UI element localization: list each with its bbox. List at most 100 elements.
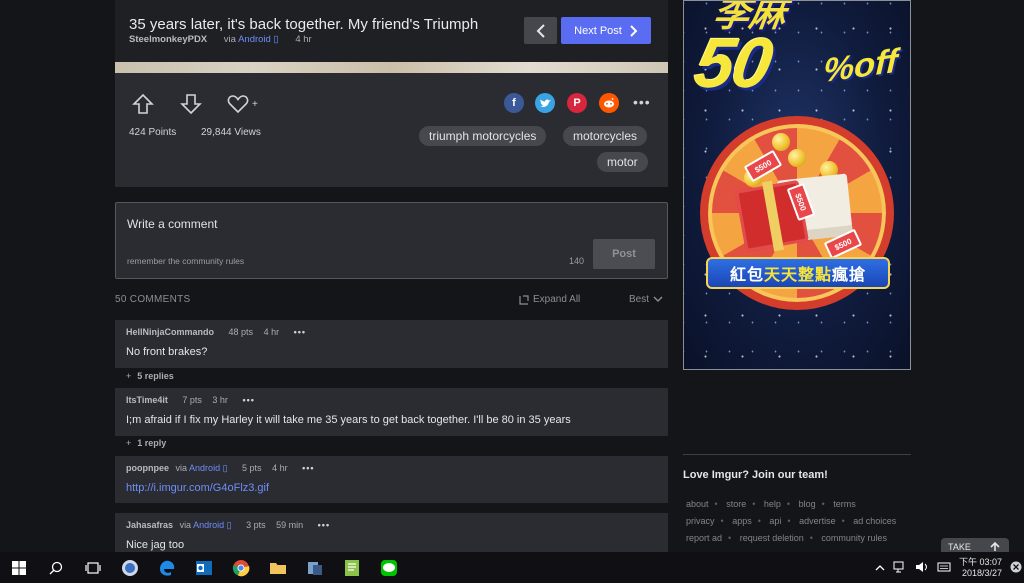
via-platform-link[interactable]: Android ▯: [238, 34, 279, 45]
system-clock[interactable]: 下午 03:07 2018/3/27: [959, 557, 1002, 579]
taskbar-app-chrome[interactable]: [222, 552, 259, 583]
comment-via: via: [179, 520, 192, 530]
footer-link-community-rules[interactable]: community rules: [821, 533, 887, 543]
comment-points: 3 pts: [246, 520, 266, 530]
footer-link-report-ad[interactable]: report ad: [686, 533, 722, 543]
taskbar-app-generic[interactable]: [296, 552, 333, 583]
ad-banner-post: 瘋搶: [832, 267, 867, 284]
footer-link-about[interactable]: about: [686, 499, 709, 509]
taskbar-app-notepad[interactable]: [333, 552, 370, 583]
pinterest-icon: P: [573, 97, 581, 109]
sort-dropdown[interactable]: Best: [629, 294, 663, 305]
search-button[interactable]: [37, 552, 74, 583]
comment-options-button[interactable]: •••: [302, 463, 314, 473]
footer-link-privacy[interactable]: privacy: [686, 516, 715, 526]
footer-link-store[interactable]: store: [726, 499, 746, 509]
comment-points: 7 pts: [182, 395, 202, 405]
taskbar-app-outlook[interactable]: [185, 552, 222, 583]
taskbar-app-folder[interactable]: [259, 552, 296, 583]
comment-options-button[interactable]: •••: [242, 395, 254, 405]
more-options-button[interactable]: •••: [633, 94, 651, 110]
windows-logo-icon: [11, 560, 26, 575]
comment-author[interactable]: poopnpee: [126, 463, 169, 473]
volume-button[interactable]: [915, 561, 929, 575]
comment-header: poopnpee via Android ▯ 5 pts 4 hr •••: [126, 463, 315, 474]
community-rules-note: remember the community rules: [127, 256, 245, 266]
network-button[interactable]: [893, 561, 907, 575]
comment-author[interactable]: Jahasafras: [126, 520, 173, 530]
notifications-button[interactable]: [1010, 561, 1022, 575]
footer-link-apps[interactable]: apps: [732, 516, 752, 526]
comment-input-box[interactable]: Write a comment remember the community r…: [115, 202, 668, 279]
comment-via-platform[interactable]: Android ▯: [193, 520, 231, 530]
next-post-button[interactable]: Next Post: [561, 17, 651, 44]
tag-motor[interactable]: motor: [597, 152, 648, 172]
comments-count: 50 COMMENTS: [115, 294, 191, 305]
file-explorer-icon: [121, 559, 138, 576]
comment-item: ItsTime4it 7 pts 3 hr ••• I;m afraid if …: [115, 388, 668, 436]
start-button[interactable]: [0, 552, 37, 583]
footer-link-request-deletion[interactable]: request deletion: [740, 533, 804, 543]
comment-points: 48 pts: [228, 327, 254, 337]
comment-via-platform[interactable]: Android ▯: [189, 463, 227, 473]
expand-all-button[interactable]: Expand All: [519, 294, 580, 305]
comment-header: HellNinjaCommando 48 pts 4 hr •••: [126, 327, 306, 337]
taskbar-app-edge[interactable]: [148, 552, 185, 583]
outlook-icon: [195, 560, 212, 575]
tag-motorcycles[interactable]: motorcycles: [563, 126, 648, 146]
plus-icon: +: [126, 438, 132, 448]
downvote-button[interactable]: [177, 91, 205, 117]
pinterest-share-button[interactable]: P: [567, 93, 587, 113]
post-comment-button[interactable]: Post: [593, 239, 655, 269]
twitter-share-button[interactable]: [535, 93, 555, 113]
previous-post-button[interactable]: [524, 17, 557, 44]
ad-discount: 50: [689, 24, 777, 102]
facebook-share-button[interactable]: f: [504, 93, 524, 113]
footer-links: about • store • help • blog • terms privacy •…: [686, 499, 897, 543]
network-icon: [893, 561, 904, 572]
taskbar-app-explorer[interactable]: [111, 552, 148, 583]
comment-options-button[interactable]: •••: [294, 327, 306, 337]
footer-link-blog[interactable]: blog: [799, 499, 816, 509]
close-circle-icon: [1010, 561, 1022, 572]
ad-banner-pre: 紅包: [729, 267, 764, 284]
comment-author[interactable]: HellNinjaCommando: [126, 327, 214, 337]
upvote-button[interactable]: [129, 91, 157, 117]
comment-options-button[interactable]: •••: [318, 520, 330, 530]
edge-icon: [159, 560, 174, 576]
chevron-right-icon: [630, 24, 638, 37]
comment-author[interactable]: ItsTime4it: [126, 395, 168, 405]
comment-points: 5 pts: [242, 463, 262, 473]
gold-coin: [788, 149, 806, 167]
sidebar-divider: [683, 454, 911, 455]
comment-item: poopnpee via Android ▯ 5 pts 4 hr ••• ht…: [115, 456, 668, 503]
footer-link-ad-choices[interactable]: ad choices: [853, 516, 896, 526]
favorite-button[interactable]: +: [227, 91, 267, 117]
downvote-arrow-icon: [180, 94, 202, 115]
input-method-button[interactable]: [937, 561, 951, 575]
taskbar-app-line[interactable]: [370, 552, 407, 583]
facebook-icon: f: [512, 97, 516, 109]
footer-link-help[interactable]: help: [764, 499, 781, 509]
tag-triumph-motorcycles[interactable]: triumph motorcycles: [419, 126, 547, 146]
footer-link-advertise[interactable]: advertise: [799, 516, 836, 526]
footer-link-terms[interactable]: terms: [833, 499, 856, 509]
comment-via: via: [175, 463, 188, 473]
ad-banner-highlight: 天天整點: [763, 267, 832, 284]
plus-icon: +: [126, 371, 132, 381]
show-hidden-icons-button[interactable]: [875, 563, 885, 573]
join-team-heading[interactable]: Love Imgur? Join our team!: [683, 469, 828, 481]
task-view-button[interactable]: [74, 552, 111, 583]
advertisement[interactable]: 李麻 50 %off $500 $500 $500 紅包 天天整點 瘋搶: [683, 0, 911, 370]
take-label: TAKE: [948, 542, 971, 552]
post-author[interactable]: SteelmonkeyPDX: [129, 34, 207, 45]
expand-replies-button[interactable]: +5 replies: [126, 371, 174, 381]
expand-replies-button[interactable]: +1 reply: [126, 438, 166, 448]
comment-link[interactable]: http://i.imgur.com/G4oFlz3.gif: [126, 482, 269, 494]
footer-link-api[interactable]: api: [769, 516, 781, 526]
comment-time: 4 hr: [272, 463, 288, 473]
reddit-share-button[interactable]: [599, 93, 619, 113]
clock-date: 2018/3/27: [961, 567, 1002, 578]
comment-text: I;m afraid if I fix my Harley it will ta…: [126, 414, 571, 426]
comment-item: HellNinjaCommando 48 pts 4 hr ••• No fro…: [115, 320, 668, 368]
